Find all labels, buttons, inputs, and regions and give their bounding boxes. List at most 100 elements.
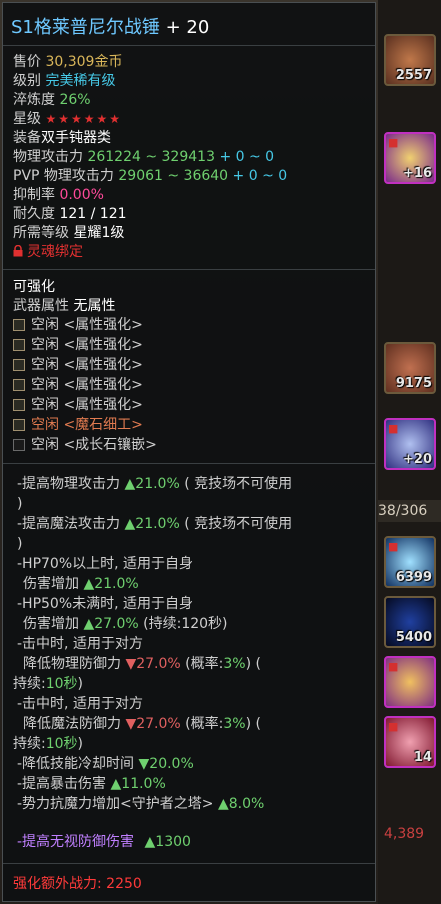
effect-text: -提高暴击伤害 [17,776,107,792]
empty-socket-icon [13,379,25,391]
effect-text: -势力抗魔力增加<守护者之塔> [17,796,214,812]
effect-physical-attack: -提高物理攻击力 ▲21.0% ( 竞技场不可使用 [17,475,292,493]
suppress-label: 抑制率 [13,187,55,203]
socket-text: 空闲 <魔石细工> [31,417,143,433]
socket-row: 空闲 <属性强化> [13,396,143,414]
effect-note: ( 竞技场不可使用 [184,476,293,492]
effect-magic-attack: -提高魔法攻击力 ▲21.0% ( 竞技场不可使用 [17,515,292,533]
item-name-text: S1格莱普尼尔战锤 [11,17,160,38]
section-divider [3,863,375,864]
effect-close: ) [17,535,22,553]
item-name: S1格莱普尼尔战锤 + 20 [11,13,209,39]
star-label: 星级 [13,111,41,127]
item-count: 9175 [395,376,432,391]
effect-magic-resist: -势力抗魔力增加<守护者之塔> ▲8.0% [17,795,264,813]
paren: ) [17,496,23,512]
item-count: 5400 [395,630,432,645]
item-slot-3[interactable]: 9175 [384,342,436,394]
refine-label: 淬炼度 [13,92,55,108]
effect-cooldown: -降低技能冷却时间 ▼20.0% [17,755,194,773]
socket-row: 空闲 <属性强化> [13,376,143,394]
pvp-label: PVP 物理攻击力 [13,168,114,184]
effect-text: 伤害增加 [23,576,79,592]
item-slot-2[interactable]: ■ +16 [384,132,436,184]
lock-icon: ■ [388,540,399,553]
item-slot-7[interactable]: ■ [384,656,436,708]
socket-text: 空闲 <属性强化> [31,377,143,393]
grade-label: 级别 [13,73,41,89]
enhance-header-text: 可强化 [13,279,55,295]
equip-row: 装备双手钝器类 [13,129,111,147]
effect-close: ) [17,495,22,513]
socket-row: 空闲 <属性强化> [13,316,143,334]
section-divider [3,269,375,270]
empty-socket-icon [13,319,25,331]
item-count: +20 [403,452,432,467]
effect-hp50: -HP50%未满时, 适用于自身 [17,595,193,613]
duration-value: 10秒 [45,736,78,752]
effect-text: 伤害增加 [23,616,79,632]
effect-hit-physdef: -击中时, 适用于对方 [17,635,143,653]
effect-magdef-duration: 持续:10秒) [13,735,83,753]
item-slot-8[interactable]: ■ 14 [384,716,436,768]
prob-label: (概率: [185,656,224,672]
paren: ( [255,716,261,732]
socket-row: 空闲 <魔石细工> [13,416,143,434]
paren: ) [77,676,84,692]
prob-value: 3% [223,656,246,672]
effect-value: ▼27.0% [125,656,181,672]
empty-socket-icon [13,399,25,411]
item-tooltip: S1格莱普尼尔战锤 + 20 售价 30,309金币 级别 完美稀有级 淬炼度 … [2,2,376,902]
durability-label: 耐久度 [13,206,55,222]
lock-icon: ■ [388,660,399,673]
socket-row: 空闲 <属性强化> [13,336,143,354]
price-value: 30,309金币 [45,54,123,70]
socket-row: 空闲 <属性强化> [13,356,143,374]
grade-row: 级别 完美稀有级 [13,72,115,90]
effect-text: -提高无视防御伤害 [17,834,135,850]
suppress-value: 0.00% [59,187,104,203]
req-label: 所需等级 [13,225,69,241]
soulbound-row: 灵魂绑定 [13,243,83,261]
equip-label: 装备 [13,130,41,146]
weapon-attr-label: 武器属性 [13,298,69,314]
paren: ( [255,656,261,672]
lock-icon: ■ [388,422,399,435]
effect-hit-magdef: -击中时, 适用于对方 [17,695,143,713]
effect-value: ▲27.0% [83,616,139,632]
physical-attack-row: 物理攻击力 261224 ~ 329413 + 0 ~ 0 [13,148,274,166]
item-count: +16 [403,166,432,181]
duration-label: 持续: [13,736,46,752]
item-slot-5[interactable]: ■ 6399 [384,536,436,588]
lock-icon [13,245,23,257]
prob-label: (概率: [185,716,224,732]
effect-value: ▲1300 [144,834,191,850]
item-slot-1[interactable]: 2557 [384,34,436,86]
prob-value: 3% [223,716,246,732]
effect-text: -击中时, 适用于对方 [17,696,143,712]
item-slot-6[interactable]: 5400 [384,596,436,648]
socket-text: 空闲 <属性强化> [31,397,143,413]
bottom-value: 4,389 [384,826,425,842]
price-row: 售价 30,309金币 [13,53,122,71]
item-slot-4[interactable]: ■ +20 [384,418,436,470]
effect-text: -HP50%未满时, 适用于自身 [17,596,194,612]
effect-value: ▲21.0% [124,476,180,492]
extra-power-text: 强化额外战力: 2250 [13,876,142,892]
durability-value: 121 / 121 [59,206,127,222]
patk-bonus: + 0 ~ 0 [219,149,275,165]
socket-text: 空闲 <成长石镶嵌> [31,437,157,453]
item-count: 6399 [395,570,432,585]
effect-ignore-defense: -提高无视防御伤害 ▲1300 [17,833,191,851]
effect-text: -HP70%以上时, 适用于自身 [17,556,194,572]
required-level-row: 所需等级 星耀1级 [13,224,124,242]
empty-socket-icon [13,339,25,351]
effect-value: ▲8.0% [217,796,265,812]
paren: ) [77,736,84,752]
effect-hp70: -HP70%以上时, 适用于自身 [17,555,193,573]
star-row: 星级 ★★★★★★ [13,110,122,128]
empty-socket-icon [13,419,25,431]
section-divider [3,463,375,464]
soulbound-text: 灵魂绑定 [27,244,83,260]
effect-value: ▲21.0% [83,576,139,592]
